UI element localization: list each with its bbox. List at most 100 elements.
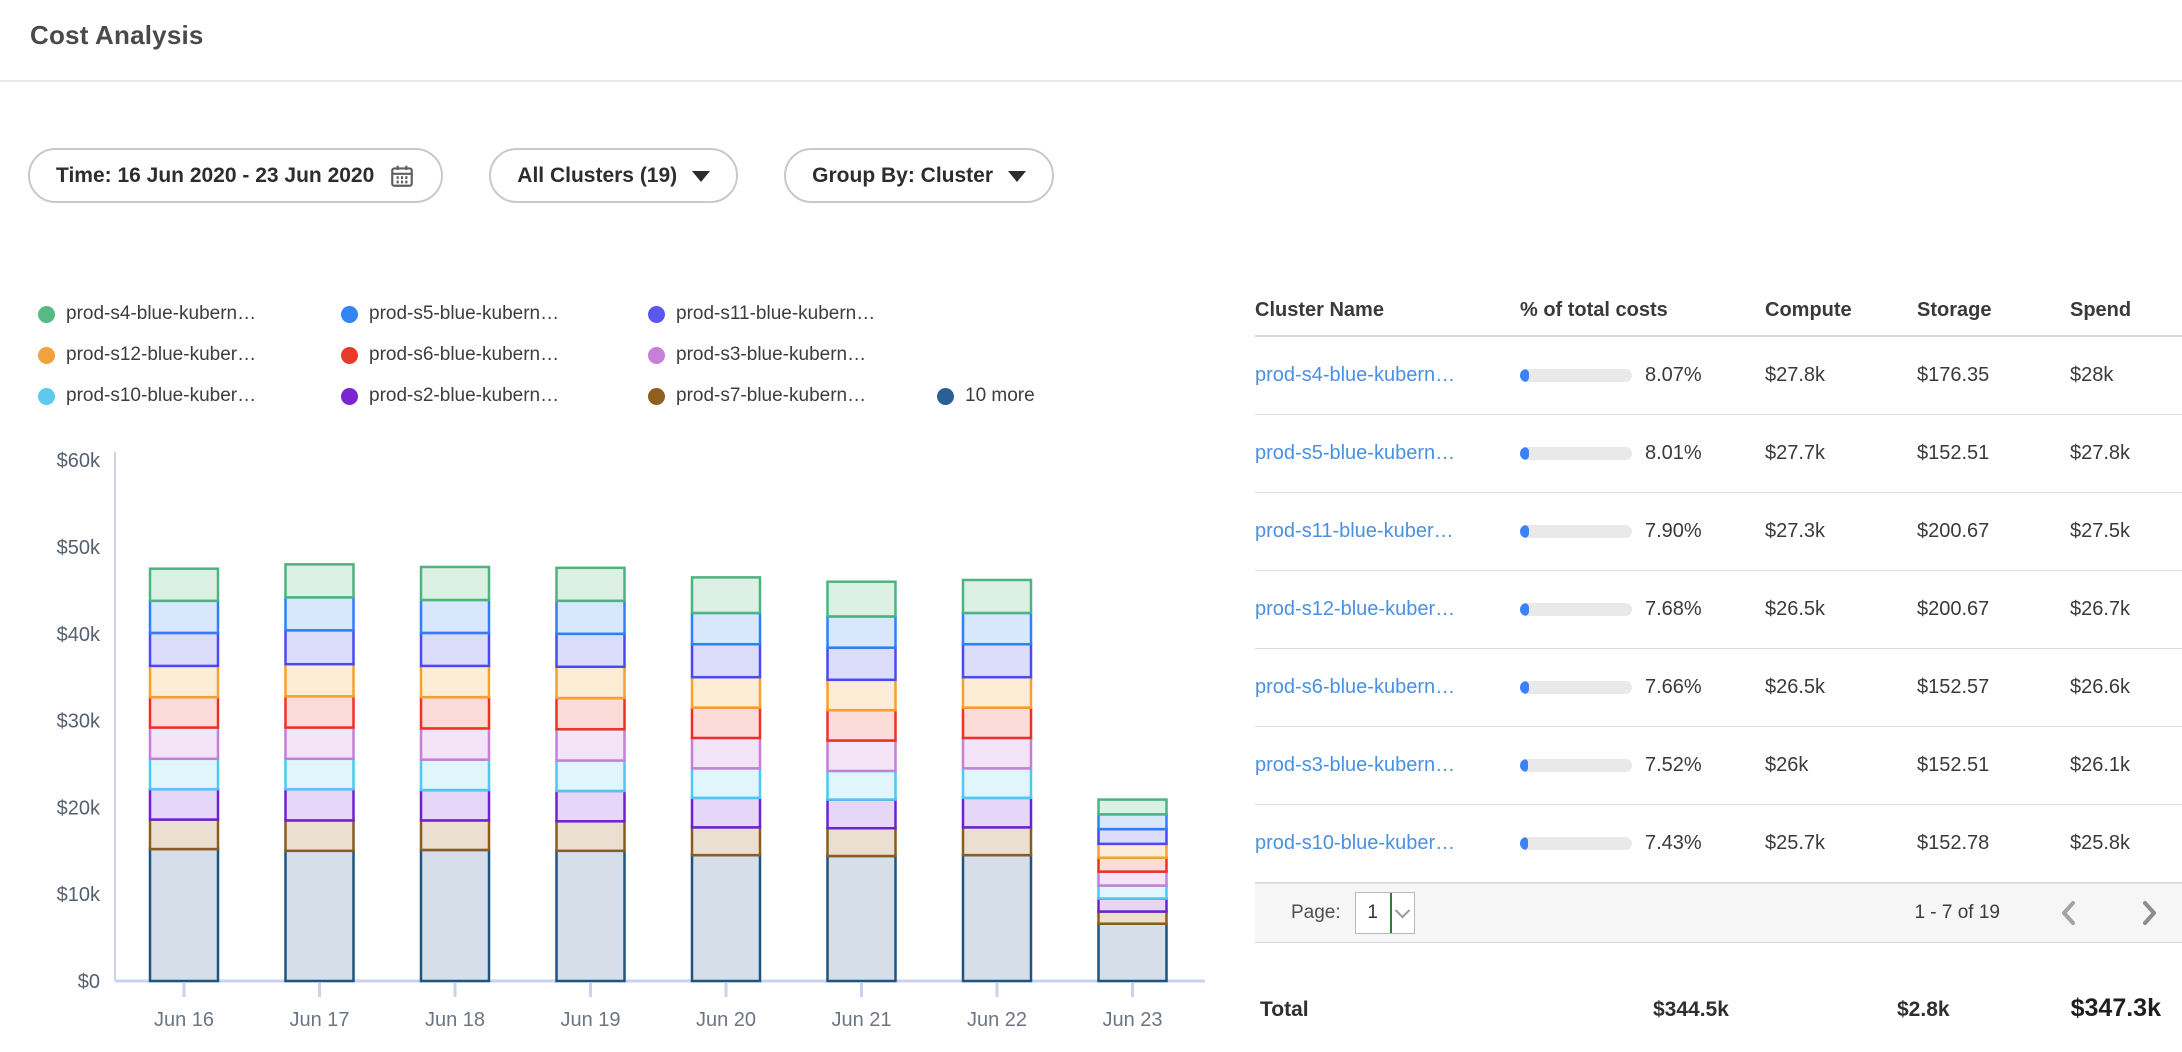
bar-segment[interactable]	[828, 800, 896, 829]
bar-segment[interactable]	[150, 666, 218, 697]
cluster-name-link[interactable]: prod-s4-blue-kubern…	[1255, 364, 1520, 387]
group-by-dropdown[interactable]: Group By: Cluster	[784, 148, 1054, 203]
bar-segment[interactable]	[692, 577, 760, 613]
bar-segment[interactable]	[1099, 844, 1167, 858]
bar-segment[interactable]	[828, 680, 896, 710]
legend-item[interactable]: prod-s3-blue-kubern…	[648, 344, 866, 366]
bar-segment[interactable]	[150, 601, 218, 633]
bar-segment[interactable]	[421, 633, 489, 666]
bar-segment[interactable]	[1099, 899, 1167, 912]
bar-segment[interactable]	[150, 789, 218, 819]
bar-segment[interactable]	[828, 828, 896, 856]
bar-segment[interactable]	[421, 600, 489, 633]
cluster-name-link[interactable]: prod-s5-blue-kubern…	[1255, 442, 1520, 465]
bar-segment[interactable]	[557, 634, 625, 667]
bar-segment[interactable]	[963, 708, 1031, 738]
bar-segment[interactable]	[286, 664, 354, 696]
bar-segment[interactable]	[557, 729, 625, 760]
bar-segment[interactable]	[1099, 829, 1167, 844]
bar-segment[interactable]	[421, 697, 489, 728]
bar-segment[interactable]	[286, 759, 354, 789]
bar-segment[interactable]	[286, 630, 354, 664]
cluster-name-link[interactable]: prod-s6-blue-kubern…	[1255, 676, 1520, 699]
cluster-name-link[interactable]: prod-s12-blue-kuber…	[1255, 598, 1520, 621]
bar-segment[interactable]	[692, 738, 760, 768]
legend-item[interactable]: prod-s11-blue-kubern…	[648, 303, 875, 325]
legend-item[interactable]: 10 more	[937, 385, 1035, 407]
bar-segment[interactable]	[828, 582, 896, 617]
bar-segment[interactable]	[963, 677, 1031, 707]
bar-segment[interactable]	[421, 850, 489, 981]
bar-segment[interactable]	[557, 698, 625, 729]
bar-segment[interactable]	[421, 760, 489, 790]
bar-segment[interactable]	[150, 759, 218, 789]
bar-segment[interactable]	[692, 827, 760, 855]
bar-segment[interactable]	[286, 696, 354, 727]
time-range-filter[interactable]: Time: 16 Jun 2020 - 23 Jun 2020	[28, 148, 443, 203]
bar-segment[interactable]	[828, 771, 896, 800]
bar-segment[interactable]	[150, 633, 218, 666]
bar-segment[interactable]	[692, 644, 760, 677]
bar-segment[interactable]	[557, 821, 625, 851]
bar-segment[interactable]	[828, 648, 896, 680]
bar-segment[interactable]	[286, 851, 354, 981]
bar-segment[interactable]	[963, 644, 1031, 677]
page-select[interactable]: 1	[1355, 892, 1415, 934]
bar-segment[interactable]	[1099, 800, 1167, 815]
next-page-button[interactable]	[2138, 898, 2160, 928]
bar-segment[interactable]	[1099, 814, 1167, 829]
bar-segment[interactable]	[692, 798, 760, 828]
bar-segment[interactable]	[692, 855, 760, 981]
bar-segment[interactable]	[963, 798, 1031, 828]
cluster-name-link[interactable]: prod-s10-blue-kuber…	[1255, 832, 1520, 855]
bar-segment[interactable]	[828, 710, 896, 740]
legend-item[interactable]: prod-s6-blue-kubern…	[341, 344, 559, 366]
bar-segment[interactable]	[557, 791, 625, 821]
bar-segment[interactable]	[421, 820, 489, 850]
bar-segment[interactable]	[963, 580, 1031, 613]
bar-segment[interactable]	[421, 567, 489, 600]
bar-segment[interactable]	[828, 856, 896, 981]
bar-segment[interactable]	[421, 728, 489, 759]
bar-segment[interactable]	[1099, 858, 1167, 872]
bar-segment[interactable]	[963, 768, 1031, 798]
legend-item[interactable]: prod-s7-blue-kubern…	[648, 385, 866, 407]
cluster-name-link[interactable]: prod-s11-blue-kuber…	[1255, 520, 1520, 543]
bar-segment[interactable]	[557, 601, 625, 634]
bar-segment[interactable]	[828, 741, 896, 771]
bar-segment[interactable]	[692, 613, 760, 644]
bar-segment[interactable]	[1099, 872, 1167, 886]
bar-segment[interactable]	[150, 569, 218, 601]
bar-segment[interactable]	[286, 728, 354, 759]
bar-segment[interactable]	[963, 738, 1031, 768]
bar-segment[interactable]	[557, 568, 625, 601]
bar-segment[interactable]	[963, 855, 1031, 981]
bar-segment[interactable]	[150, 728, 218, 759]
prev-page-button[interactable]	[2058, 898, 2080, 928]
bar-segment[interactable]	[692, 768, 760, 798]
bar-segment[interactable]	[963, 613, 1031, 644]
bar-segment[interactable]	[150, 849, 218, 981]
bar-segment[interactable]	[286, 789, 354, 820]
legend-item[interactable]: prod-s5-blue-kubern…	[341, 303, 559, 325]
bar-segment[interactable]	[286, 564, 354, 597]
bar-segment[interactable]	[150, 820, 218, 850]
legend-item[interactable]: prod-s4-blue-kubern…	[38, 303, 256, 325]
bar-segment[interactable]	[828, 616, 896, 647]
bar-segment[interactable]	[692, 677, 760, 707]
bar-segment[interactable]	[692, 708, 760, 738]
bar-segment[interactable]	[1099, 924, 1167, 981]
bar-segment[interactable]	[286, 820, 354, 850]
bar-segment[interactable]	[963, 827, 1031, 855]
legend-item[interactable]: prod-s12-blue-kuber…	[38, 344, 256, 366]
bar-segment[interactable]	[150, 697, 218, 727]
legend-item[interactable]: prod-s2-blue-kubern…	[341, 385, 559, 407]
legend-item[interactable]: prod-s10-blue-kuber…	[38, 385, 256, 407]
bar-segment[interactable]	[557, 761, 625, 791]
bar-segment[interactable]	[286, 597, 354, 630]
bar-segment[interactable]	[1099, 886, 1167, 899]
bar-segment[interactable]	[421, 790, 489, 820]
bar-segment[interactable]	[557, 851, 625, 981]
clusters-filter-dropdown[interactable]: All Clusters (19)	[489, 148, 738, 203]
bar-segment[interactable]	[421, 666, 489, 697]
